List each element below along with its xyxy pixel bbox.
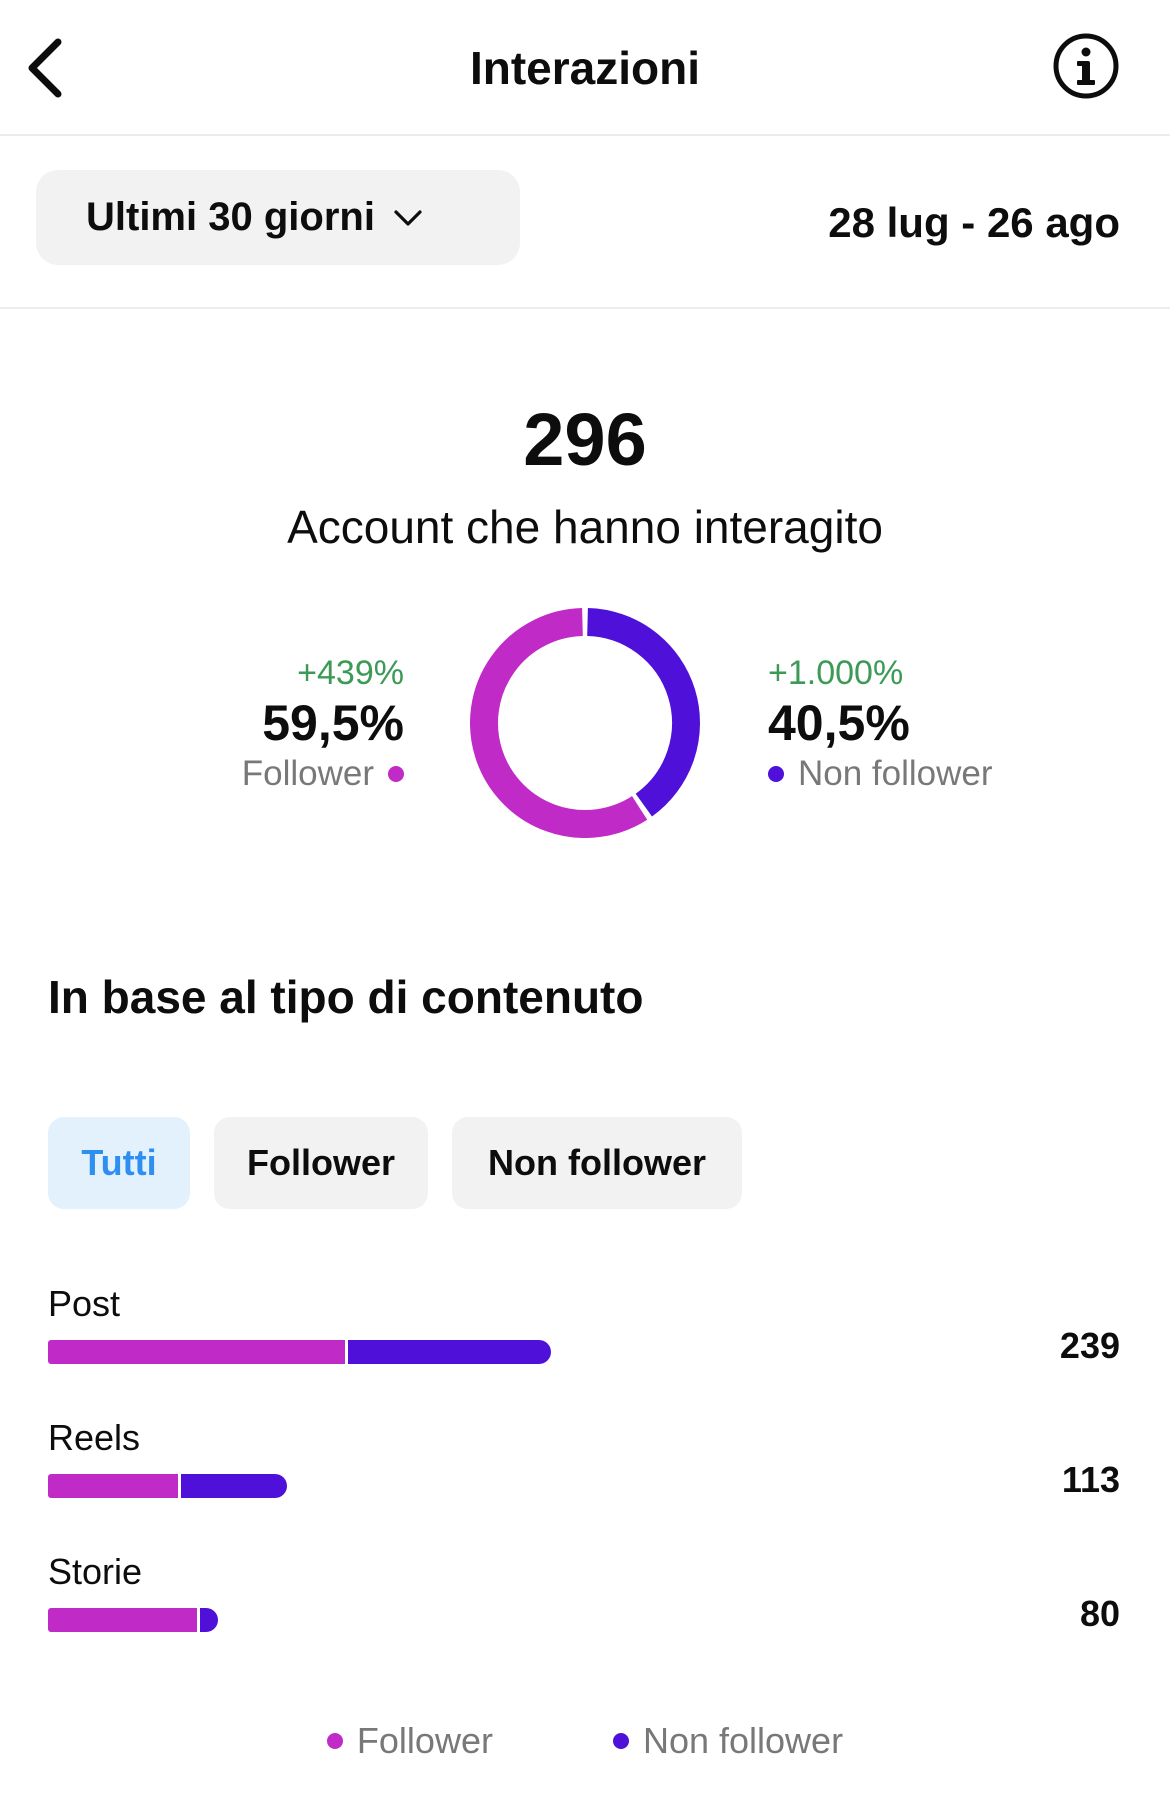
filter-tab-non-follower[interactable]: Non follower [452, 1117, 742, 1209]
date-range: 28 lug - 26 ago [828, 199, 1120, 246]
non-followers-legend: Non follower [768, 752, 993, 796]
followers-label: Follower [241, 754, 374, 793]
bar-label-storie: Storie [48, 1551, 143, 1592]
non-followers-stat: +1.000% 40,5% Non follower [768, 652, 993, 796]
bar-value-reels: 113 [1061, 1459, 1120, 1500]
filter-tab-all[interactable]: Tutti [48, 1117, 190, 1209]
bar-track-post [48, 1340, 551, 1364]
header-divider [0, 134, 1170, 136]
bar-track-storie [48, 1608, 219, 1632]
bar-track-reels [48, 1474, 288, 1498]
non-followers-percent: 40,5% [768, 695, 910, 751]
legend-follower-label: Follower [356, 1720, 493, 1761]
bar-post-follower [48, 1340, 346, 1364]
chevron-down-icon [394, 209, 422, 226]
period-dropdown[interactable]: Ultimi 30 giorni [36, 170, 520, 265]
bar-label-post: Post [48, 1283, 121, 1324]
followers-percent: 59,5% [262, 695, 404, 751]
info-button[interactable] [1052, 32, 1120, 100]
legend-follower-dot-icon [326, 1733, 343, 1749]
followers-legend: Follower [242, 752, 404, 796]
bar-reels-non-follower [180, 1474, 288, 1498]
total-accounts-label: Account che hanno interagito [287, 501, 883, 553]
non-follower-dot-icon [768, 766, 784, 782]
follower-dot-icon [388, 766, 404, 782]
bar-post-non-follower [348, 1340, 551, 1364]
non-followers-label: Non follower [798, 754, 993, 793]
non-followers-change: +1.000% [768, 654, 904, 692]
legend-item-follower: Follower [326, 1720, 493, 1762]
info-icon [1053, 33, 1119, 99]
legend-non-follower-dot-icon [612, 1733, 629, 1749]
followers-change: +439% [297, 654, 404, 692]
bar-reels-follower [48, 1474, 178, 1498]
period-label: Ultimi 30 giorni [86, 195, 375, 239]
donut-slice-non-follower [586, 608, 700, 817]
period-divider [0, 307, 1170, 309]
legend-non-follower-label: Non follower [642, 1720, 844, 1761]
bar-label-reels: Reels [48, 1417, 141, 1458]
total-accounts: 296 [523, 398, 647, 481]
bar-value-storie: 80 [1079, 1593, 1120, 1634]
filter-tab-follower[interactable]: Follower [214, 1117, 428, 1209]
followers-stat: +439% 59,5% Follower [242, 652, 404, 796]
bar-storie-non-follower [199, 1608, 219, 1632]
bar-value-post: 239 [1059, 1325, 1120, 1366]
legend-item-non-follower: Non follower [612, 1720, 844, 1762]
bar-storie-follower [48, 1608, 197, 1632]
donut-slice-follower [470, 608, 648, 838]
chart-legend: Follower Non follower [0, 1720, 1170, 1762]
page-title: Interazioni [469, 42, 701, 94]
section-title: In base al tipo di contenuto [48, 971, 644, 1023]
donut-chart [470, 608, 700, 838]
